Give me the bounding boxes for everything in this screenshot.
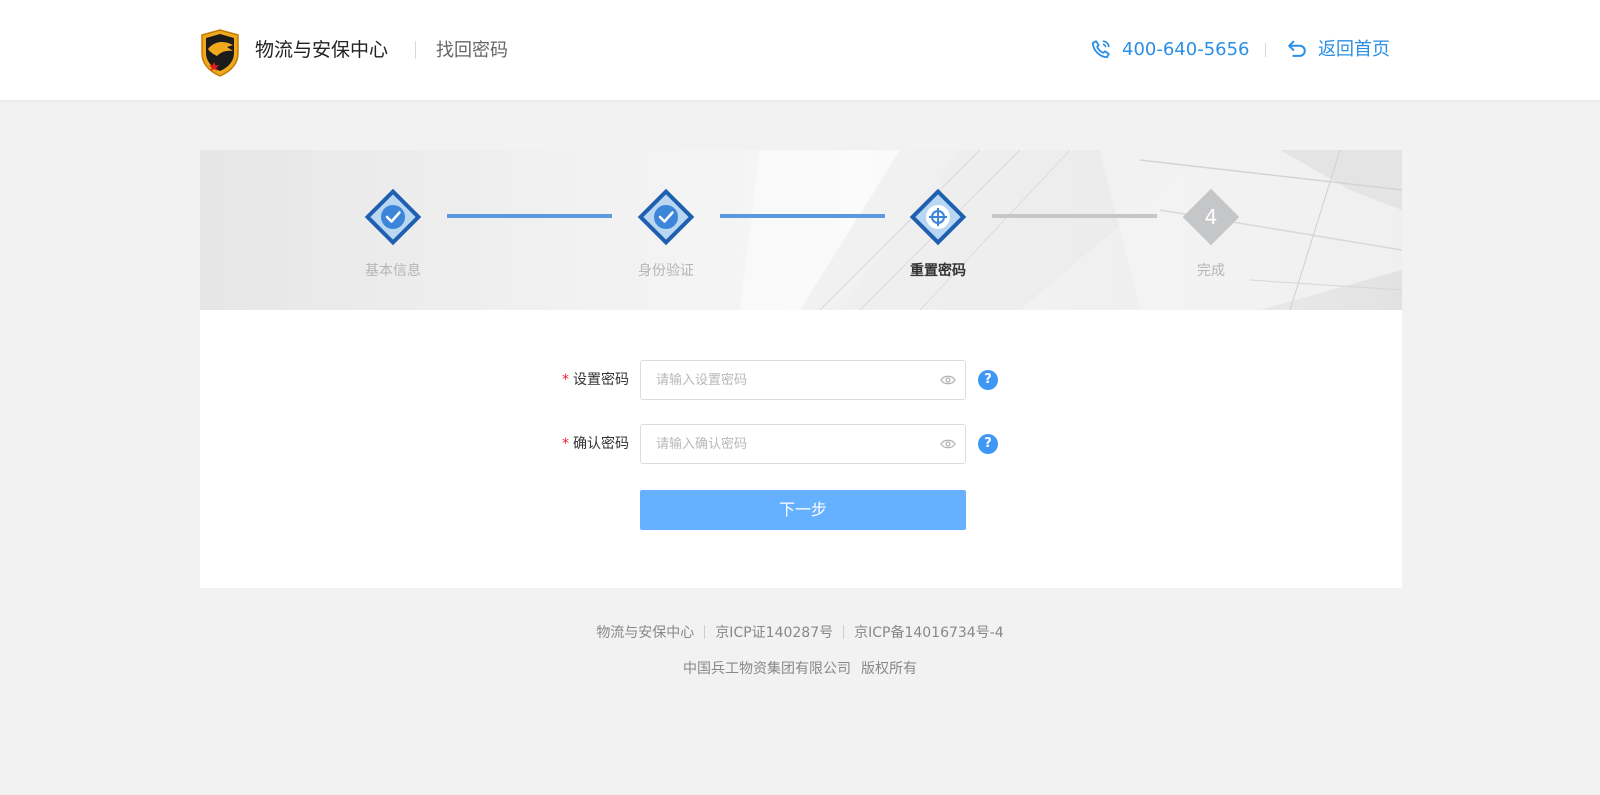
step-label: 身份验证 [638, 263, 694, 279]
brand-name: 物流与安保中心 [255, 39, 389, 61]
header-divider [415, 41, 416, 59]
back-home-link[interactable]: 返回首页 [1318, 37, 1390, 63]
next-step-button[interactable]: 下一步 [640, 490, 966, 530]
step-label: 重置密码 [910, 263, 966, 279]
hotline-number: 400-640-5656 [1122, 39, 1250, 60]
confirm-help-icon[interactable]: ? [978, 434, 998, 454]
confirm-password-input[interactable] [640, 424, 966, 464]
footer-divider [704, 625, 706, 639]
footer-copyright: 中国兵工物资集团有限公司 版权所有 [0, 660, 1600, 678]
required-mark: * [562, 436, 569, 452]
step-label: 基本信息 [365, 263, 421, 279]
confirm-label-text: 确认密码 [573, 436, 629, 452]
confirm-label: * 确认密码 [539, 434, 629, 454]
steps-banner: 基本信息 身份验证 重置密码 4 完成 [200, 150, 1402, 310]
logo-icon [201, 29, 239, 77]
step-basic-info: 基本信息 [343, 186, 443, 280]
check-diamond-icon [637, 188, 695, 246]
eye-icon[interactable] [940, 374, 956, 386]
return-arrow-icon[interactable] [1286, 38, 1308, 60]
password-help-icon[interactable]: ? [978, 370, 998, 390]
password-label-text: 设置密码 [573, 372, 629, 388]
step-connector-2 [720, 214, 885, 218]
check-diamond-icon [364, 188, 422, 246]
footer-rights: 版权所有 [861, 661, 917, 677]
step-complete: 4 完成 [1161, 186, 1261, 280]
footer-link-center[interactable]: 物流与安保中心 [596, 625, 694, 641]
step-label: 完成 [1197, 263, 1225, 279]
number-diamond-icon: 4 [1182, 188, 1240, 246]
header-divider-right [1265, 43, 1266, 57]
step-identity-verify: 身份验证 [616, 186, 716, 280]
footer-link-icp-license[interactable]: 京ICP证140287号 [715, 625, 833, 641]
required-mark: * [562, 372, 569, 388]
step-reset-password: 重置密码 [888, 186, 988, 280]
password-label: * 设置密码 [539, 370, 629, 390]
target-diamond-icon [909, 188, 967, 246]
top-header: 物流与安保中心 找回密码 400-640-5656 返回首页 [0, 0, 1600, 100]
password-input[interactable] [640, 360, 966, 400]
phone-icon [1091, 40, 1110, 59]
footer-link-icp-record[interactable]: 京ICP备14016734号-4 [854, 625, 1004, 641]
step-connector-3 [992, 214, 1157, 218]
page-subtitle: 找回密码 [436, 40, 508, 61]
step-connector-1 [447, 214, 612, 218]
footer-divider [843, 625, 845, 639]
footer-company: 中国兵工物资集团有限公司 [683, 661, 851, 677]
eye-icon[interactable] [940, 438, 956, 450]
footer-links: 物流与安保中心 京ICP证140287号 京ICP备14016734号-4 [0, 624, 1600, 642]
step-number: 4 [1205, 205, 1218, 229]
